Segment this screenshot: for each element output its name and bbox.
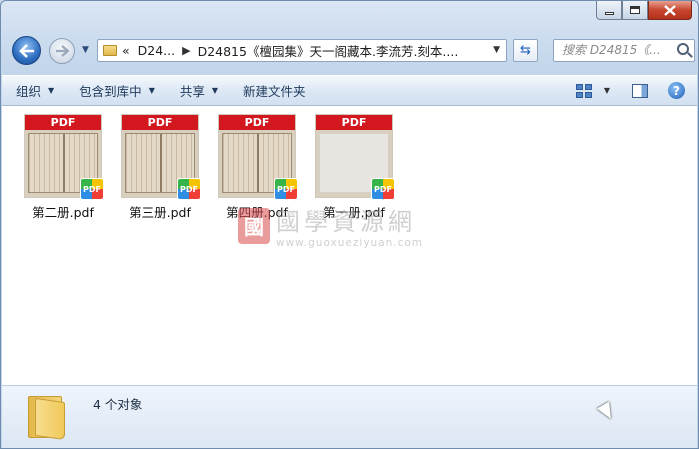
pdf-thumbnail: PDF PDF (316, 115, 395, 200)
chevron-down-icon: ▼ (148, 86, 155, 95)
pdf-header: PDF (316, 115, 392, 130)
pdf-header: PDF (219, 115, 295, 130)
share-label: 共享 (179, 84, 205, 99)
folder-icon (103, 45, 117, 56)
forward-arrow-icon (56, 45, 69, 57)
new-folder-label: 新建文件夹 (243, 84, 306, 99)
pdf-badge-icon: PDF (274, 178, 298, 200)
pdf-header: PDF (122, 115, 198, 130)
chevron-right-icon[interactable]: ▶ (182, 44, 190, 57)
file-name[interactable]: 第二册.pdf (21, 202, 105, 221)
command-bar-right: ▼ ? (575, 76, 697, 105)
back-button[interactable] (12, 36, 41, 65)
chevron-down-icon: ▼ (211, 86, 219, 95)
watermark-title: 國學資源網 (276, 208, 416, 236)
caption-buttons (596, 1, 692, 21)
preview-pane-icon[interactable] (632, 83, 648, 98)
new-folder-button[interactable]: 新建文件夹 (229, 76, 317, 105)
forward-button[interactable] (49, 38, 75, 64)
pdf-header: PDF (25, 115, 101, 130)
include-in-library-label: 包含到库中 (79, 84, 142, 99)
change-view-icon[interactable] (575, 83, 592, 98)
pdf-thumbnail: PDF PDF (219, 115, 298, 200)
pdf-thumbnail: PDF PDF (25, 115, 104, 200)
minimize-button[interactable] (596, 1, 622, 20)
address-bar[interactable]: « D24... ▶ D24815《檀园集》天一阁藏本.李流芳.刻本.... ▼ (97, 39, 507, 62)
folder-icon (28, 394, 66, 441)
pdf-badge-icon: PDF (371, 178, 395, 200)
organize-label: 组织 (16, 84, 42, 99)
maximize-button[interactable] (622, 1, 648, 20)
search-placeholder: 搜索 D24815《... (562, 43, 661, 57)
navigation-bar: ▼ « D24... ▶ D24815《檀园集》天一阁藏本.李流芳.刻本....… (9, 33, 695, 67)
search-input[interactable]: 搜索 D24815《... (553, 39, 695, 62)
command-bar: 组织 ▼ 包含到库中 ▼ 共享 ▼ 新建文件夹 ▼ ? (2, 75, 697, 106)
file-name[interactable]: 第三册.pdf (118, 202, 202, 221)
help-icon[interactable]: ? (668, 82, 685, 99)
file-list[interactable]: PDF PDF 第二册.pdf PDF PDF 第三册.pdf PDF PDF … (2, 106, 697, 385)
search-icon[interactable] (677, 43, 689, 55)
watermark: 國 國學資源網 www.guoxueziyuan.com (238, 202, 423, 249)
close-button[interactable] (648, 1, 692, 20)
file-item[interactable]: PDF PDF 第二册.pdf (21, 115, 105, 221)
share-button[interactable]: 共享 ▼ (166, 76, 229, 105)
chevron-down-icon: ▼ (48, 86, 55, 95)
pdf-thumbnail: PDF PDF (122, 115, 201, 200)
file-item[interactable]: PDF PDF 第三册.pdf (118, 115, 202, 221)
breadcrumb-overflow[interactable]: « (122, 43, 130, 58)
breadcrumb-current[interactable]: D24815《檀园集》天一阁藏本.李流芳.刻本.... (198, 41, 459, 60)
include-in-library-button[interactable]: 包含到库中 ▼ (65, 76, 166, 105)
explorer-window: ▼ « D24... ▶ D24815《檀园集》天一阁藏本.李流芳.刻本....… (0, 0, 699, 449)
refresh-button[interactable]: ⇆ (513, 39, 538, 62)
watermark-seal-icon: 國 (238, 207, 270, 244)
close-icon (664, 4, 676, 16)
item-count: 4 个对象 (93, 397, 143, 412)
recent-pages-button[interactable]: ▼ (82, 45, 89, 55)
chevron-down-icon[interactable]: ▼ (604, 86, 610, 95)
chevron-down-icon[interactable]: ▼ (493, 45, 500, 55)
minimize-icon (604, 11, 614, 15)
mouse-cursor-icon (596, 401, 618, 423)
breadcrumb-parent[interactable]: D24... (138, 43, 175, 58)
maximize-icon (630, 6, 640, 14)
watermark-url: www.guoxueziyuan.com (276, 237, 424, 249)
refresh-icon: ⇆ (520, 43, 531, 58)
pdf-badge-icon: PDF (177, 178, 201, 200)
details-pane: 4 个对象 (2, 385, 697, 448)
back-arrow-icon (18, 43, 34, 58)
organize-button[interactable]: 组织 ▼ (2, 76, 65, 105)
pdf-badge-icon: PDF (80, 178, 104, 200)
